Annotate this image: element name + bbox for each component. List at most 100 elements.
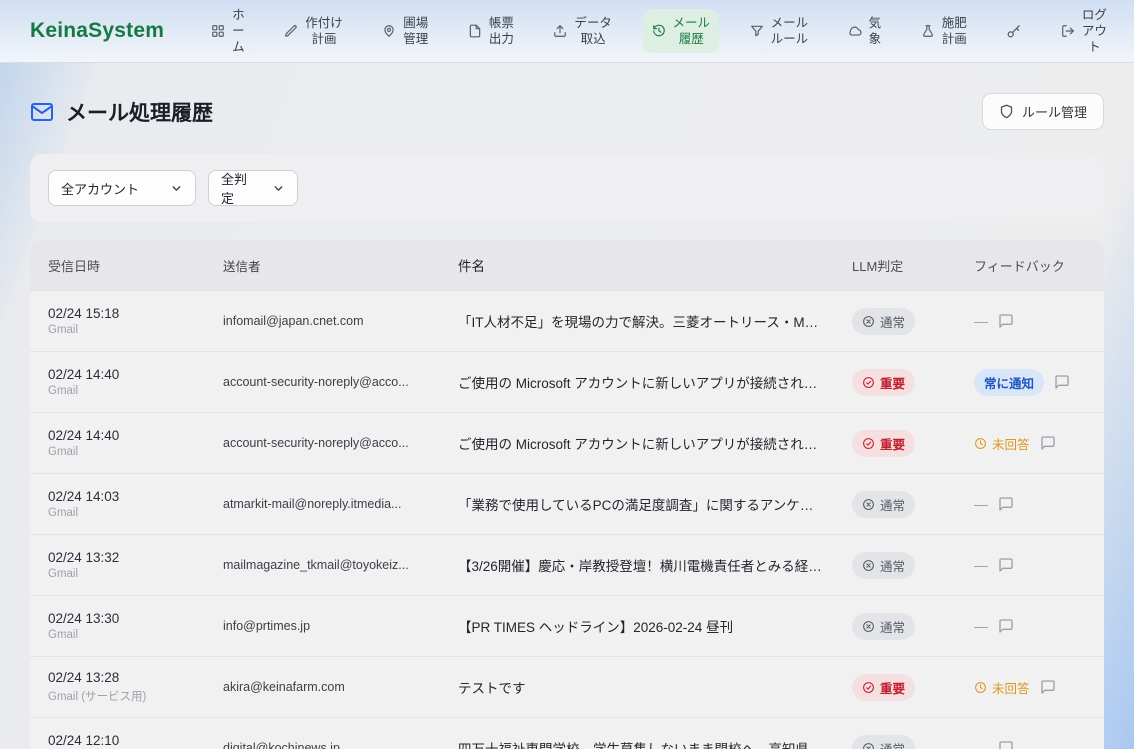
cell-feedback: 未回答 (956, 434, 1104, 453)
nav-item-fertilizer-plan[interactable]: 施肥 計画 (912, 9, 976, 54)
nav-item-key[interactable] (997, 18, 1030, 45)
nav-item-planting-plan[interactable]: 作付け 計画 (275, 9, 352, 54)
pencil-icon (284, 24, 298, 38)
cell-feedback: — (956, 740, 1104, 749)
cell-subject: 「業務で使用しているPCの満足度調査」に関するアンケート ≪... (440, 494, 834, 514)
nav-label: ログ アウ ト (1082, 7, 1107, 56)
table-row[interactable]: 02/24 13:30 Gmail info@prtimes.jp 【PR TI… (30, 595, 1104, 656)
header-feedback: フィードバック (956, 256, 1104, 275)
comment-bubble-icon[interactable] (998, 496, 1014, 512)
table-row[interactable]: 02/24 15:18 Gmail infomail@japan.cnet.co… (30, 290, 1104, 351)
cell-date: 02/24 12:10 Gmail (30, 733, 205, 749)
table-row[interactable]: 02/24 14:40 Gmail account-security-norep… (30, 412, 1104, 473)
judgment-filter-select[interactable]: 全判定 (208, 170, 298, 206)
nav-item-data-import[interactable]: データ 取込 (544, 9, 621, 54)
datetime: 02/24 12:10 (48, 733, 195, 748)
nav-label: メール ルール (771, 15, 809, 48)
circle-x-icon (862, 559, 875, 572)
nav-item-weather[interactable]: 気 象 (839, 9, 891, 54)
llm-badge-normal: 通常 (852, 613, 915, 640)
comment-bubble-icon[interactable] (1040, 435, 1056, 451)
cell-sender: account-security-noreply@acco... (205, 375, 440, 389)
nav-item-report-output[interactable]: 帳票 出力 (459, 9, 523, 54)
nav-item-home[interactable]: ホ ー ム (202, 1, 254, 62)
cell-llm: 通常 (834, 613, 956, 640)
cell-llm: 通常 (834, 552, 956, 579)
datetime: 02/24 14:40 (48, 367, 195, 382)
llm-badge-normal: 通常 (852, 735, 915, 749)
comment-bubble-icon[interactable] (998, 313, 1014, 329)
account-label: Gmail (48, 446, 195, 458)
feedback-none: — (974, 496, 988, 512)
cell-sender: mailmagazine_tkmail@toyokeiz... (205, 558, 440, 572)
nav-item-logout[interactable]: ログ アウ ト (1052, 1, 1116, 62)
circle-x-icon (862, 620, 875, 633)
cell-feedback: — (956, 618, 1104, 634)
mail-icon (30, 100, 54, 124)
circle-check-icon (862, 437, 875, 450)
feedback-none: — (974, 618, 988, 634)
cloud-icon (848, 24, 862, 38)
cell-sender: info@prtimes.jp (205, 619, 440, 633)
datetime: 02/24 13:30 (48, 611, 195, 626)
account-filter-select[interactable]: 全アカウント (48, 170, 196, 206)
history-clock-icon (652, 24, 666, 38)
llm-badge-normal: 通常 (852, 308, 915, 335)
nav-label: 作付け 計画 (305, 15, 343, 48)
feedback-none: — (974, 557, 988, 573)
comment-bubble-icon[interactable] (1040, 679, 1056, 695)
comment-bubble-icon[interactable] (998, 740, 1014, 749)
cell-date: 02/24 15:18 Gmail (30, 306, 205, 336)
cell-date: 02/24 13:28 Gmail (サービス用) (30, 670, 205, 704)
rule-management-button[interactable]: ルール管理 (982, 93, 1104, 130)
account-label: Gmail (48, 385, 195, 397)
llm-badge-important: 重要 (852, 430, 915, 457)
filter-funnel-icon (750, 24, 764, 38)
nav-label: ホ ー ム (232, 7, 245, 56)
nav-item-field-management[interactable]: 圃場 管理 (373, 9, 437, 54)
nav-item-mail-history[interactable]: メール 履歴 (643, 9, 720, 54)
cell-feedback: — (956, 557, 1104, 573)
comment-bubble-icon[interactable] (998, 557, 1014, 573)
table-row[interactable]: 02/24 13:28 Gmail (サービス用) akira@keinafar… (30, 656, 1104, 717)
flask-icon (921, 24, 935, 38)
cell-llm: 通常 (834, 735, 956, 749)
llm-badge-important: 重要 (852, 369, 915, 396)
nav-label: メール 履歴 (673, 15, 711, 48)
filter-bar: 全アカウント 全判定 (30, 154, 1104, 222)
brand-logo: KeinaSystem (30, 19, 164, 43)
cell-llm: 通常 (834, 308, 956, 335)
main-nav: ホ ー ム 作付け 計画 圃場 管理 帳票 出力 データ 取込 メール 履歴 メ… (202, 1, 1116, 62)
chevron-down-icon (170, 182, 183, 195)
cell-subject: 四万十福祉専門学校、学生募集しないまま閉校へ 高知県 (440, 738, 834, 749)
cell-sender: atmarkit-mail@noreply.itmedia... (205, 497, 440, 511)
comment-bubble-icon[interactable] (998, 618, 1014, 634)
nav-item-mail-rules[interactable]: メール ルール (741, 9, 818, 54)
table-row[interactable]: 02/24 13:32 Gmail mailmagazine_tkmail@to… (30, 534, 1104, 595)
nav-label: データ 取込 (574, 15, 612, 48)
feedback-none: — (974, 740, 988, 749)
datetime: 02/24 15:18 (48, 306, 195, 321)
cell-date: 02/24 14:40 Gmail (30, 367, 205, 397)
table-row[interactable]: 02/24 14:40 Gmail account-security-norep… (30, 351, 1104, 412)
cell-date: 02/24 14:40 Gmail (30, 428, 205, 458)
account-label: Gmail (48, 324, 195, 336)
feedback-always-notify-badge: 常に通知 (974, 369, 1044, 396)
circle-check-icon (862, 681, 875, 694)
comment-bubble-icon[interactable] (1054, 374, 1070, 390)
cell-subject: テストです (440, 677, 834, 697)
cell-date: 02/24 13:30 Gmail (30, 611, 205, 641)
key-icon (1006, 24, 1021, 39)
cell-sender: akira@keinafarm.com (205, 680, 440, 694)
cell-llm: 重要 (834, 369, 956, 396)
header-llm-judgment: LLM判定 (834, 256, 956, 275)
circle-x-icon (862, 742, 875, 749)
judgment-filter-value: 全判定 (221, 169, 254, 207)
nav-label: 圃場 管理 (403, 15, 428, 48)
datetime: 02/24 13:28 (48, 670, 195, 685)
map-pin-icon (382, 24, 396, 38)
header-sender: 送信者 (205, 256, 440, 275)
table-row[interactable]: 02/24 14:03 Gmail atmarkit-mail@noreply.… (30, 473, 1104, 534)
feedback-none: — (974, 313, 988, 329)
table-row[interactable]: 02/24 12:10 Gmail digital@kochinews.jp 四… (30, 717, 1104, 749)
